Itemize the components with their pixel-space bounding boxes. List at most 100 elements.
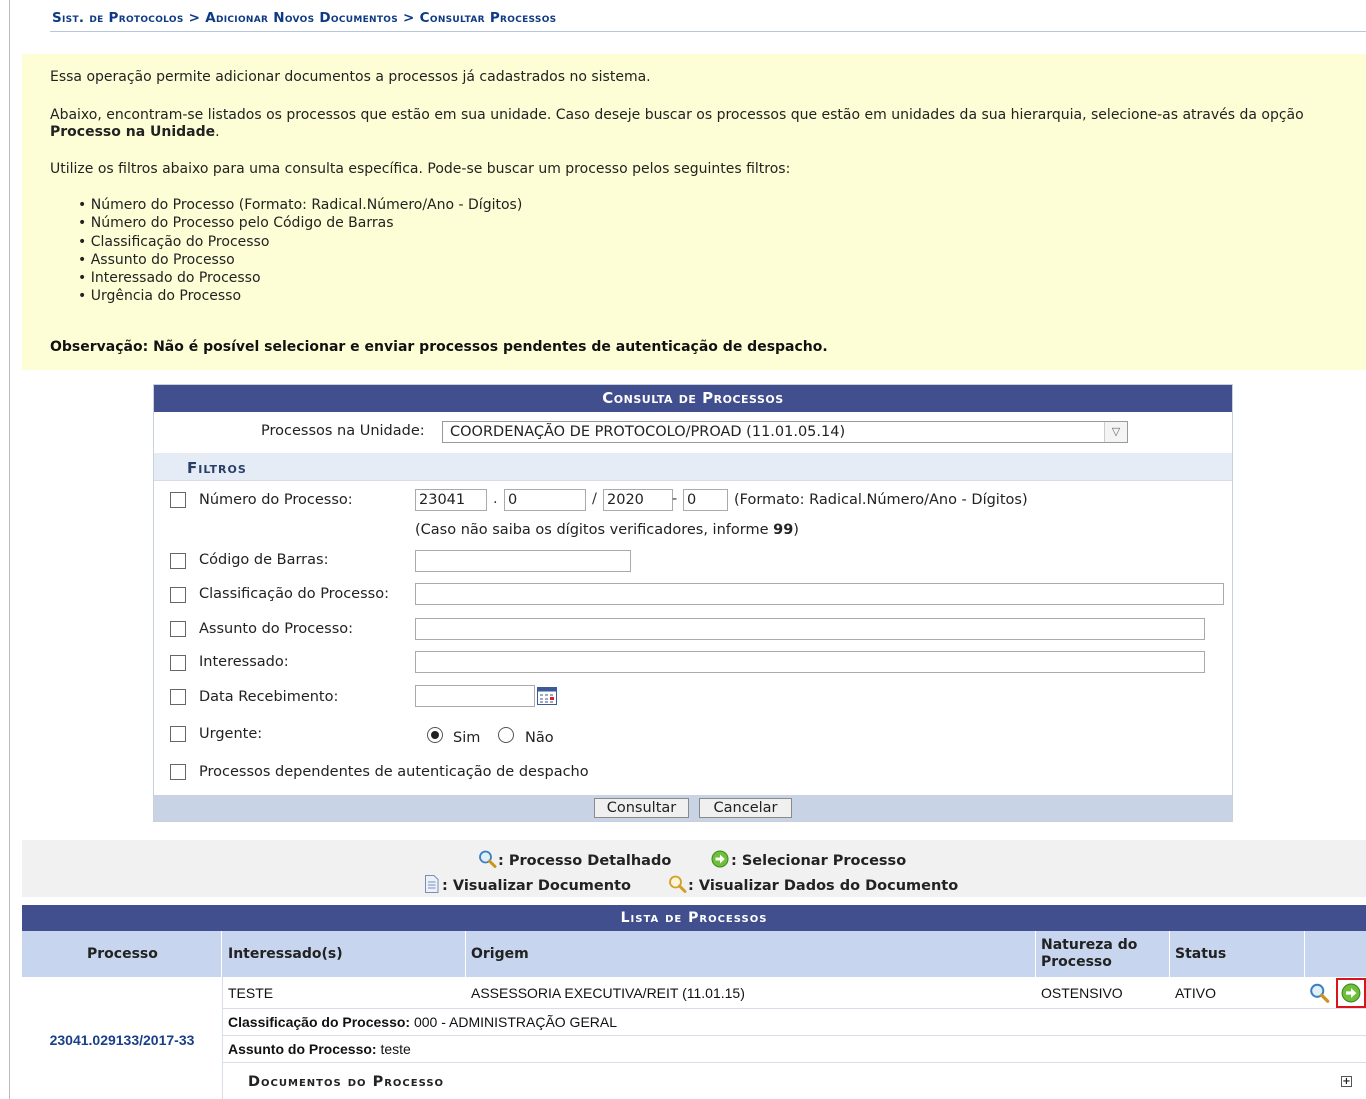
classificacao-input[interactable]: [415, 583, 1224, 605]
legend-detalhado: : Processo Detalhado: [478, 850, 671, 869]
header-status: Status: [1175, 946, 1227, 962]
header-divider: [1035, 931, 1036, 977]
assunto-input[interactable]: [415, 618, 1205, 640]
header-origem: Origem: [471, 946, 529, 962]
urgente-sim-label: Sim: [453, 730, 481, 746]
ano-input[interactable]: 2020: [603, 489, 673, 511]
digits-hint-bold: 99: [773, 522, 794, 538]
row-divider: [222, 1035, 1366, 1036]
digits-hint-end: ): [793, 522, 799, 538]
header-natureza-line1: Natureza do: [1041, 937, 1138, 953]
barcode-label: Código de Barras:: [199, 552, 329, 568]
info-paragraph-2-text: Abaixo, encontram-se listados os process…: [50, 107, 1304, 123]
cell-natureza: OSTENSIVO: [1041, 985, 1123, 1001]
urgente-sim-radio[interactable]: [427, 727, 443, 743]
legend-selecionar-text: : Selecionar Processo: [731, 853, 907, 869]
form-button-bar: [154, 795, 1232, 821]
barcode-checkbox[interactable]: [170, 553, 186, 569]
calendar-icon[interactable]: [537, 687, 557, 705]
dependentes-label: Processos dependentes de autenticação de…: [199, 764, 589, 780]
data-checkbox[interactable]: [170, 689, 186, 705]
cell-status: ATIVO: [1175, 985, 1216, 1001]
consultar-button[interactable]: Consultar: [594, 798, 689, 818]
digits-hint-text: (Caso não saiba os dígitos verificadores…: [415, 522, 774, 538]
classificacao-checkbox[interactable]: [170, 587, 186, 603]
legend-visualizar-dados-text: : Visualizar Dados do Documento: [688, 878, 959, 894]
row-divider: [222, 1062, 1366, 1063]
dependentes-checkbox[interactable]: [170, 764, 186, 780]
unit-select[interactable]: COORDENAÇÃO DE PROTOCOLO/PROAD (11.01.05…: [442, 421, 1128, 443]
list-item: Número do Processo pelo Código de Barras: [78, 214, 522, 232]
legend-visualizar-dados: : Visualizar Dados do Documento: [668, 875, 958, 894]
urgente-nao-label: Não: [525, 730, 554, 746]
icon-legend: : Processo Detalhado : Selecionar Proces…: [22, 840, 1366, 897]
info-paragraph-3: Utilize os filtros abaixo para uma consu…: [50, 161, 791, 177]
classificacao-row-label: Classificação do Processo:: [228, 1014, 411, 1030]
table-header: Processo Interessado(s) Origem Natureza …: [22, 931, 1366, 977]
barcode-input[interactable]: [415, 550, 631, 572]
assunto-row-label: Assunto do Processo:: [228, 1041, 377, 1057]
cell-origem: ASSESSORIA EXECUTIVA/REIT (11.01.15): [471, 985, 745, 1001]
select-highlight: [1336, 978, 1366, 1008]
data-input[interactable]: [415, 685, 535, 707]
row-divider: [222, 1008, 1366, 1009]
list-caption: Lista de Processos: [22, 905, 1366, 931]
documents-title: Documentos do Processo: [248, 1074, 445, 1090]
magnifier-icon: [669, 875, 687, 893]
chevron-down-icon[interactable]: ▽: [1104, 422, 1127, 442]
list-item: Interessado do Processo: [78, 269, 522, 287]
form-caption: Consulta de Processos: [154, 385, 1232, 412]
header-divider: [221, 931, 222, 977]
interessado-label: Interessado:: [199, 654, 289, 670]
header-divider: [1304, 931, 1305, 977]
list-item: Número do Processo (Formato: Radical.Núm…: [78, 196, 523, 214]
digits-hint: (Caso não saiba os dígitos verificadores…: [415, 522, 799, 538]
filters-rule: [154, 480, 1232, 481]
document-icon: [425, 875, 439, 893]
info-paragraph-2: Abaixo, encontram-se listados os process…: [50, 107, 1304, 140]
observation-note: Observação: Não é posível selecionar e e…: [50, 339, 828, 355]
format-hint: (Formato: Radical.Número/Ano - Dígitos): [734, 492, 1028, 508]
numero-input[interactable]: 0: [504, 489, 586, 511]
filters-header: Filtros: [154, 453, 1232, 481]
assunto-row: Assunto do Processo: teste: [228, 1041, 411, 1057]
legend-visualizar-doc-text: : Visualizar Documento: [442, 878, 631, 894]
assunto-label: Assunto do Processo:: [199, 621, 354, 637]
assunto-row-value: teste: [380, 1041, 411, 1057]
header-divider: [465, 931, 466, 977]
unit-label: Processos na Unidade:: [261, 423, 425, 439]
list-item: Urgência do Processo: [78, 287, 522, 305]
legend-detalhado-text: : Processo Detalhado: [498, 853, 672, 869]
info-box: Essa operação permite adicionar document…: [22, 54, 1366, 370]
magnifier-icon: [479, 850, 497, 868]
urgente-nao-radio[interactable]: [498, 727, 514, 743]
process-number-link[interactable]: 23041.029133/2017-33: [22, 1032, 222, 1048]
classificacao-row: Classificação do Processo: 000 - ADMINIS…: [228, 1014, 617, 1030]
interessado-checkbox[interactable]: [170, 655, 186, 671]
numero-label: Número do Processo:: [199, 492, 353, 508]
list-item: Assunto do Processo: [78, 251, 522, 269]
urgente-checkbox[interactable]: [170, 726, 186, 742]
list-item: Classificação do Processo: [78, 233, 522, 251]
unit-select-value: COORDENAÇÃO DE PROTOCOLO/PROAD (11.01.05…: [450, 424, 846, 440]
header-processo: Processo: [87, 946, 158, 962]
slash-separator: /: [592, 491, 597, 507]
digitos-input[interactable]: 0: [683, 489, 728, 511]
radical-input[interactable]: 23041: [415, 489, 487, 511]
assunto-checkbox[interactable]: [170, 621, 186, 637]
dot-separator: .: [493, 491, 498, 507]
interessado-input[interactable]: [415, 651, 1205, 673]
plus-box-icon[interactable]: +: [1341, 1076, 1352, 1087]
info-paragraph-1: Essa operação permite adicionar document…: [50, 69, 651, 85]
cancelar-button[interactable]: Cancelar: [699, 798, 792, 818]
header-natureza: Natureza do Processo: [1041, 937, 1137, 971]
numero-checkbox[interactable]: [170, 492, 186, 508]
search-form: Consulta de Processos Processos na Unida…: [153, 384, 1233, 822]
classificacao-row-value: 000 - ADMINISTRAÇÃO GERAL: [413, 1014, 618, 1030]
magnifier-icon[interactable]: [1309, 983, 1331, 1003]
filter-list: Número do Processo (Formato: Radical.Núm…: [78, 196, 523, 306]
row-divider: [222, 977, 223, 1099]
dash-separator: -: [672, 491, 678, 507]
urgente-label: Urgente:: [199, 726, 263, 742]
legend-selecionar: : Selecionar Processo: [711, 850, 906, 869]
